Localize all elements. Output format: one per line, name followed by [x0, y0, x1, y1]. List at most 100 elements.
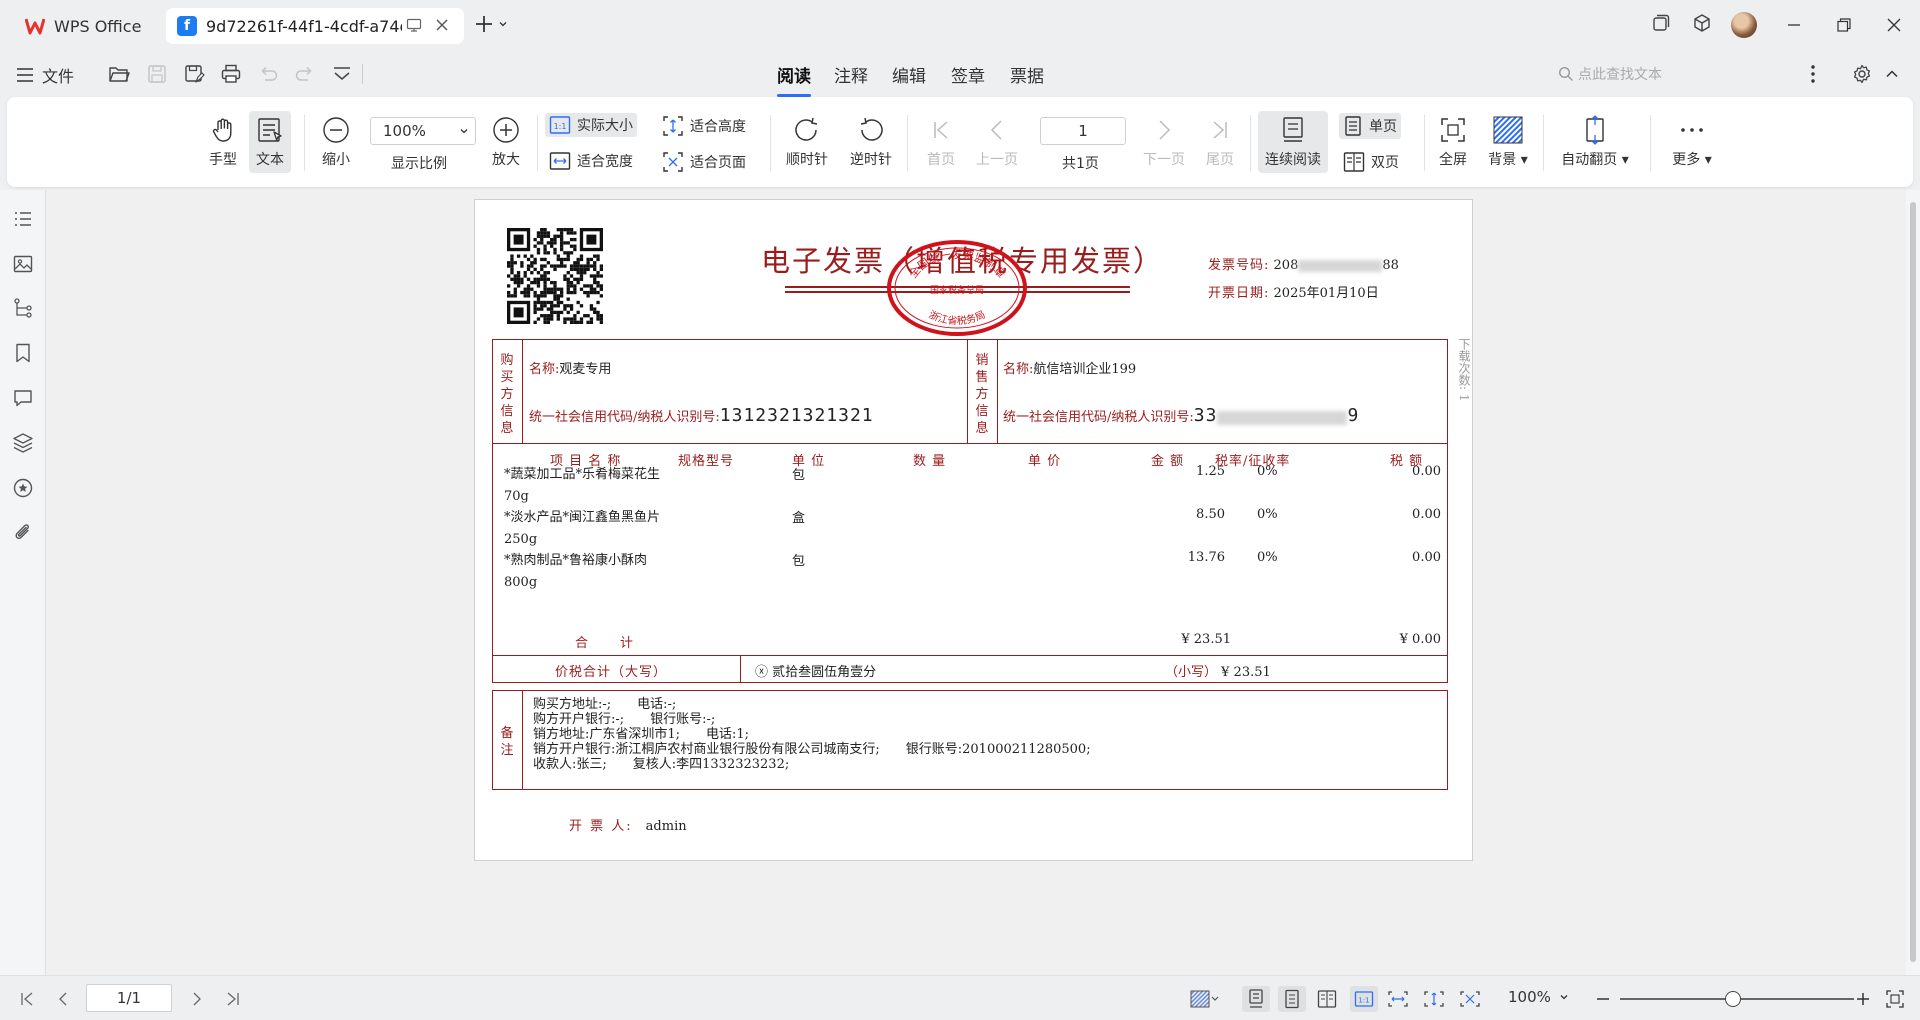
zoom-slider-thumb[interactable]	[1725, 991, 1741, 1007]
window-tile-button[interactable]	[1650, 12, 1672, 34]
first-page-icon	[21, 992, 33, 1006]
page-indicator-input[interactable]: 1/1	[86, 984, 172, 1012]
prev-page-button[interactable]: 上一页	[972, 115, 1022, 169]
first-page-button[interactable]	[16, 988, 38, 1010]
cube-icon	[1694, 14, 1710, 32]
settings-button[interactable]	[1852, 64, 1872, 84]
sum-words-row: ⓧ 贰拾叁圆伍角壹分	[755, 661, 876, 680]
divider	[522, 339, 523, 443]
print-button[interactable]	[220, 63, 242, 85]
zoom-in-button[interactable]: 放大	[483, 115, 529, 169]
minimize-button[interactable]	[1781, 12, 1807, 38]
customize-toolbar-button[interactable]	[331, 63, 353, 85]
fit-page-status-button[interactable]	[1459, 988, 1481, 1010]
tab-document[interactable]: f 9d72261f-44f1-4cdf-a74e-a	[166, 8, 464, 44]
tab-sign[interactable]: 签章	[951, 62, 985, 87]
prev-page-button[interactable]	[52, 988, 74, 1010]
comments-button[interactable]	[12, 387, 34, 409]
more-options-button[interactable]	[1804, 64, 1822, 84]
continuous-read-icon	[1249, 989, 1263, 1008]
fullscreen-button[interactable]: 全屏	[1428, 115, 1478, 169]
zoom-out-button[interactable]: 缩小	[313, 115, 359, 169]
redo-button[interactable]	[294, 63, 316, 85]
fit-height-button[interactable]: 适合高度	[658, 113, 750, 139]
background-toggle-button[interactable]	[1188, 988, 1222, 1010]
next-page-button[interactable]	[186, 988, 208, 1010]
divider	[907, 115, 908, 171]
background-button[interactable]: 背景 ▾	[1481, 115, 1535, 169]
user-avatar[interactable]	[1731, 12, 1757, 38]
double-view-button[interactable]	[1316, 988, 1338, 1010]
monitor-icon[interactable]	[406, 17, 424, 35]
more-tools-button[interactable]: 更多 ▾	[1667, 115, 1717, 169]
chevron-down-icon	[460, 129, 468, 134]
zoom-level-select[interactable]: 100%	[1508, 988, 1569, 1006]
invoice-number-row: 发票号码: 208 88	[1208, 254, 1399, 273]
last-page-button[interactable]: 尾页	[1200, 115, 1240, 169]
drawer-row: 开 票 人: admin	[569, 815, 687, 834]
cube-button[interactable]	[1691, 12, 1713, 34]
divider	[304, 115, 305, 171]
tab-read[interactable]: 阅读	[777, 62, 811, 87]
fit-width-button[interactable]: 适合宽度	[545, 149, 637, 173]
search-icon	[1558, 66, 1573, 81]
scrollbar-thumb[interactable]	[1910, 202, 1916, 962]
continuous-read-button[interactable]: 连续阅读	[1258, 111, 1328, 173]
last-page-button[interactable]	[222, 988, 244, 1010]
fit-screen-button[interactable]	[1884, 988, 1906, 1010]
continuous-view-button[interactable]	[1242, 986, 1270, 1012]
plus-icon	[1857, 993, 1869, 1005]
collapse-ribbon-button[interactable]	[1884, 66, 1900, 82]
actual-size-button[interactable]: 1:1 实际大小	[545, 113, 637, 137]
outline-button[interactable]	[12, 208, 34, 230]
auto-flip-button[interactable]: 自动翻页 ▾	[1555, 115, 1635, 169]
zoom-out-small-button[interactable]	[1592, 988, 1614, 1010]
close-window-button[interactable]	[1881, 12, 1907, 38]
tab-annotate[interactable]: 注释	[834, 62, 868, 87]
zoom-ratio-select[interactable]: 100%	[370, 117, 476, 145]
vertical-scrollbar[interactable]	[1906, 190, 1920, 975]
save-as-button[interactable]	[183, 63, 205, 85]
tab-wps-home[interactable]: WPS Office	[10, 8, 160, 44]
fit-page-button[interactable]: 适合页面	[658, 149, 750, 175]
kebab-icon	[1811, 65, 1815, 83]
outline-list-icon	[15, 212, 31, 226]
item-amount: 1.25	[1196, 464, 1225, 479]
first-page-button[interactable]: 首页	[921, 115, 961, 169]
restore-button[interactable]	[1831, 12, 1857, 38]
new-tab-button[interactable]	[474, 14, 508, 34]
single-page-button[interactable]: 单页	[1339, 113, 1401, 139]
attachments-button[interactable]	[12, 522, 34, 544]
undo-button[interactable]	[257, 63, 279, 85]
tab-invoice[interactable]: 票据	[1010, 62, 1044, 87]
page-indicator: 1/1	[116, 989, 142, 1007]
page-number-input[interactable]: 1	[1040, 117, 1126, 145]
search-box[interactable]: 点此查找文本	[1558, 64, 1662, 84]
file-menu-button[interactable]: 文件	[16, 63, 74, 87]
gear-icon	[1853, 64, 1871, 84]
rotate-clockwise-button[interactable]: 顺时针	[779, 115, 835, 169]
rotate-counterclockwise-button[interactable]: 逆时针	[843, 115, 899, 169]
next-page-button[interactable]: 下一页	[1139, 115, 1189, 169]
thumbnails-button[interactable]	[12, 253, 34, 275]
single-view-button[interactable]	[1278, 986, 1306, 1012]
fit-height-status-button[interactable]	[1423, 988, 1445, 1010]
zoom-out-label: 缩小	[322, 152, 350, 168]
background-label: 背景	[1488, 152, 1517, 168]
fit-width-status-button[interactable]	[1387, 988, 1409, 1010]
close-tab-icon[interactable]	[434, 17, 452, 35]
tab-edit[interactable]: 编辑	[892, 62, 926, 87]
stamps-button[interactable]	[12, 477, 34, 499]
zoom-in-small-button[interactable]	[1852, 988, 1874, 1010]
actual-size-status-button[interactable]: 1:1	[1350, 986, 1378, 1012]
layers-button[interactable]	[12, 432, 34, 454]
double-page-button[interactable]: 双页	[1339, 149, 1403, 175]
open-folder-button[interactable]	[108, 63, 130, 85]
text-tool-button[interactable]: 文本	[249, 111, 291, 173]
bookmarks-button[interactable]	[12, 342, 34, 364]
zoom-in-icon	[491, 115, 521, 145]
structure-button[interactable]	[12, 297, 34, 319]
hand-tool-button[interactable]: 手型	[199, 115, 247, 169]
tax-authority-seal: 全国统一发票监制章 国家税务总局 浙江省税务局	[887, 240, 1027, 336]
save-button[interactable]	[146, 63, 168, 85]
